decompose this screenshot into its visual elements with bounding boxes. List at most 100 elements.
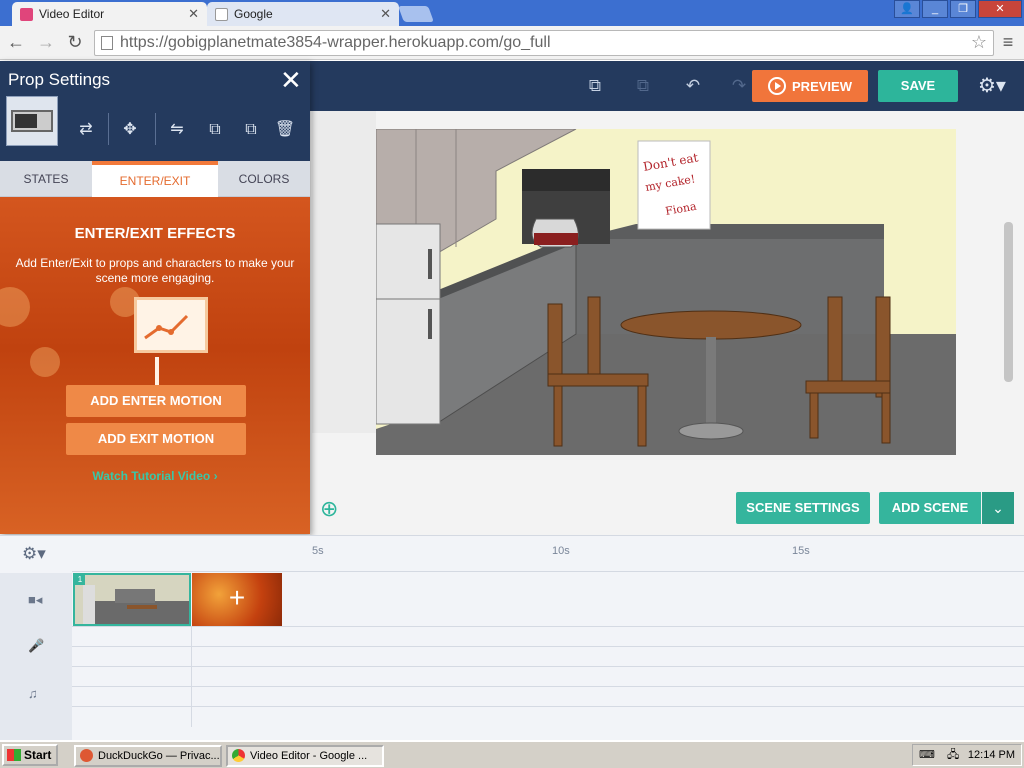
- add-exit-motion-button[interactable]: ADD EXIT MOTION: [66, 423, 246, 455]
- network-icon[interactable]: 🖧: [947, 745, 959, 765]
- tab-states[interactable]: STATES: [0, 161, 92, 197]
- taskbar-item-label: Video Editor - Google ...: [250, 750, 368, 762]
- add-enter-motion-button[interactable]: ADD ENTER MOTION: [66, 385, 246, 417]
- tab-colors[interactable]: COLORS: [218, 161, 310, 197]
- star-icon[interactable]: ☆: [971, 32, 987, 53]
- chevron-down-icon[interactable]: ⌄: [982, 492, 1014, 524]
- track-divider: [72, 706, 1024, 707]
- track-divider: [72, 666, 1024, 667]
- prop-thumbnail[interactable]: [6, 96, 58, 146]
- windows-taskbar: Start DuckDuckGo — Privac... Video Edito…: [0, 740, 1024, 768]
- video-camera-icon: ■◂: [28, 592, 43, 607]
- url-text: https://gobigplanetmate3854-wrapper.hero…: [120, 34, 551, 51]
- timeline-settings-gear-icon[interactable]: ⚙▾: [22, 544, 46, 564]
- user-icon[interactable]: 👤: [894, 0, 920, 18]
- tab-label: Google: [234, 7, 273, 21]
- vertical-scrollbar[interactable]: [1004, 222, 1013, 382]
- chevron-right-icon: ›: [213, 469, 218, 483]
- tab-label: Video Editor: [39, 7, 105, 21]
- video-editor-favicon-icon: [20, 7, 33, 21]
- divider: [108, 113, 109, 145]
- scene-thumbnail[interactable]: 1: [73, 573, 191, 626]
- watch-tutorial-link[interactable]: Watch Tutorial Video ›: [0, 469, 310, 483]
- timeline: ⚙▾ 5s 10s 15s ■◂ 🎤 ♫ 1 +: [0, 535, 1024, 741]
- taskbar-item-duckduckgo[interactable]: DuckDuckGo — Privac...: [74, 745, 222, 767]
- redo-icon[interactable]: ↷: [728, 75, 750, 97]
- timeline-ruler[interactable]: 5s 10s 15s: [72, 536, 1024, 572]
- board-stand: [155, 357, 159, 387]
- send-backward-icon[interactable]: ⧉: [240, 119, 262, 141]
- sparkle-decoration: [0, 287, 30, 327]
- minimize-button[interactable]: _: [922, 0, 948, 18]
- kitchen-scene: Don't eat my cake! Fiona: [376, 129, 956, 455]
- chrome-icon: [232, 749, 245, 762]
- taskbar-item-label: DuckDuckGo — Privac...: [98, 750, 220, 762]
- scene-number: 1: [75, 575, 85, 585]
- track-divider: [72, 626, 1024, 627]
- settings-gear-icon[interactable]: ⚙▾: [978, 73, 1006, 98]
- new-tab-button[interactable]: [398, 6, 434, 22]
- start-button[interactable]: Start: [2, 744, 58, 766]
- close-tab-icon[interactable]: ✕: [380, 6, 391, 22]
- reload-icon[interactable]: ↻: [63, 31, 87, 55]
- zoom-in-icon[interactable]: ⊕: [320, 496, 338, 522]
- duckduckgo-icon: [80, 749, 93, 762]
- scene-canvas[interactable]: Don't eat my cake! Fiona: [376, 129, 956, 455]
- save-button[interactable]: SAVE: [878, 70, 958, 102]
- effects-title: ENTER/EXIT EFFECTS: [74, 225, 236, 242]
- close-icon[interactable]: ✕: [280, 65, 302, 96]
- tab-video-editor[interactable]: Video Editor ✕: [12, 2, 207, 26]
- hamburger-icon[interactable]: ≡: [996, 31, 1020, 55]
- start-label: Start: [24, 748, 52, 762]
- tab-google[interactable]: Google ✕: [207, 2, 399, 26]
- swap-prop-icon[interactable]: ⇄: [75, 119, 97, 141]
- play-icon: [768, 77, 787, 95]
- browser-toolbar: ← → ↻ https://gobigplanetmate3854-wrappe…: [0, 26, 1024, 60]
- windows-logo-icon: [7, 749, 21, 761]
- panel-header: Prop Settings ✕ ⇄ ✥ ⇋ ⧉ ⧉ 🗑: [0, 61, 310, 161]
- bring-forward-icon[interactable]: ⧉: [204, 119, 226, 141]
- arrow-right-icon[interactable]: →: [34, 31, 58, 55]
- preview-label: PREVIEW: [792, 78, 852, 94]
- scene-preview: [75, 575, 189, 624]
- panel-tabs: STATES ENTER/EXIT COLORS: [0, 161, 310, 197]
- taskbar-item-video-editor[interactable]: Video Editor - Google ...: [226, 745, 384, 767]
- presentation-board-icon: [134, 297, 208, 353]
- move-icon[interactable]: ✥: [119, 119, 141, 141]
- address-bar[interactable]: https://gobigplanetmate3854-wrapper.hero…: [94, 30, 994, 56]
- sparkle-decoration: [30, 347, 60, 377]
- page-icon: [215, 7, 228, 21]
- close-tab-icon[interactable]: ✕: [188, 6, 199, 22]
- maximize-button[interactable]: ❐: [950, 0, 976, 18]
- tick-label: 15s: [792, 545, 810, 557]
- tutorial-label: Watch Tutorial Video: [92, 469, 211, 483]
- clock: 12:14 PM: [967, 749, 1015, 761]
- add-scene-thumbnail[interactable]: +: [192, 573, 282, 626]
- tab-enter-exit[interactable]: ENTER/EXIT: [92, 161, 218, 197]
- copy-icon[interactable]: ⧉: [584, 75, 606, 97]
- microwave-icon: [11, 110, 53, 132]
- tick-label: 5s: [312, 545, 324, 557]
- microphone-icon: 🎤: [28, 638, 45, 653]
- preview-button[interactable]: PREVIEW: [752, 70, 868, 102]
- undo-icon[interactable]: ↶: [682, 75, 704, 97]
- browser-tab-bar: Video Editor ✕ Google ✕ 👤 _ ❐ ✕: [0, 0, 1024, 26]
- track-divider: [72, 646, 1024, 647]
- scene-settings-button[interactable]: SCENE SETTINGS: [736, 492, 870, 524]
- trash-icon[interactable]: 🗑: [274, 119, 296, 141]
- track-column-divider: [191, 627, 192, 727]
- arrow-left-icon[interactable]: ←: [4, 31, 28, 55]
- track-divider: [72, 686, 1024, 687]
- enter-exit-panel: ENTER/EXIT EFFECTS Add Enter/Exit to pro…: [0, 197, 310, 534]
- music-note-icon: ♫: [28, 686, 38, 701]
- panel-title: Prop Settings: [8, 70, 111, 89]
- page-icon: [101, 36, 113, 50]
- add-scene-button[interactable]: ADD SCENE: [879, 492, 981, 524]
- prop-settings-panel: Prop Settings ✕ ⇄ ✥ ⇋ ⧉ ⧉ 🗑 STATES ENTER…: [0, 61, 310, 534]
- paste-icon[interactable]: ⧉: [632, 75, 654, 97]
- keyboard-icon[interactable]: ⌨: [919, 745, 935, 765]
- flip-icon[interactable]: ⇋: [166, 119, 188, 141]
- system-tray: ⌨ 🖧 12:14 PM: [912, 744, 1022, 766]
- window-close-button[interactable]: ✕: [978, 0, 1022, 18]
- tick-label: 10s: [552, 545, 570, 557]
